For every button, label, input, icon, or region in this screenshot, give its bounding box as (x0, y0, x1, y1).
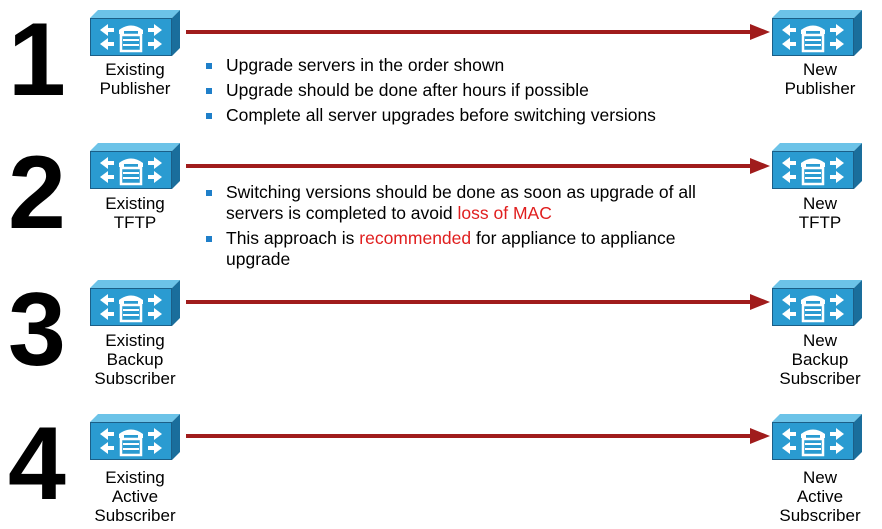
new-publisher-label: New Publisher (784, 60, 856, 98)
list-item: Upgrade should be done after hours if po… (204, 80, 764, 101)
new-tftp-server-icon (772, 143, 862, 189)
existing-tftp-server-icon (90, 143, 180, 189)
existing-backup-subscriber-server-icon (90, 280, 180, 326)
new-backup-subscriber-server-icon (772, 280, 862, 326)
existing-active-subscriber-label: Existing Active Subscriber (94, 468, 176, 525)
upgrade-notes-list-2: Switching versions should be done as soo… (204, 182, 744, 274)
step-number-1: 1 (8, 2, 66, 118)
existing-publisher-label: Existing Publisher (99, 60, 171, 98)
new-active-subscriber-server-icon (772, 414, 862, 460)
existing-tftp-label: Existing TFTP (105, 194, 165, 232)
new-active-subscriber-label: New Active Subscriber (779, 468, 861, 525)
upgrade-arrow-2 (186, 158, 770, 174)
upgrade-arrow-4 (186, 428, 770, 444)
list-item: This approach is recommended for applian… (204, 228, 744, 270)
new-backup-subscriber-label: New Backup Subscriber (779, 331, 861, 388)
upgrade-arrow-3 (186, 294, 770, 310)
existing-active-subscriber-server-icon (90, 414, 180, 460)
new-tftp-label: New TFTP (798, 194, 842, 232)
step-number-2: 2 (8, 135, 66, 251)
list-item: Switching versions should be done as soo… (204, 182, 744, 224)
step-number-4: 4 (8, 406, 66, 522)
highlight-text: recommended (359, 228, 472, 248)
existing-publisher-server-icon (90, 10, 180, 56)
highlight-text: loss of MAC (457, 203, 552, 223)
new-publisher-server-icon (772, 10, 862, 56)
list-item: Complete all server upgrades before swit… (204, 105, 764, 126)
existing-backup-subscriber-label: Existing Backup Subscriber (94, 331, 176, 388)
upgrade-notes-list-1: Upgrade servers in the order shown Upgra… (204, 55, 764, 130)
list-item: Upgrade servers in the order shown (204, 55, 764, 76)
step-number-3: 3 (8, 272, 66, 388)
upgrade-arrow-1 (186, 24, 770, 40)
